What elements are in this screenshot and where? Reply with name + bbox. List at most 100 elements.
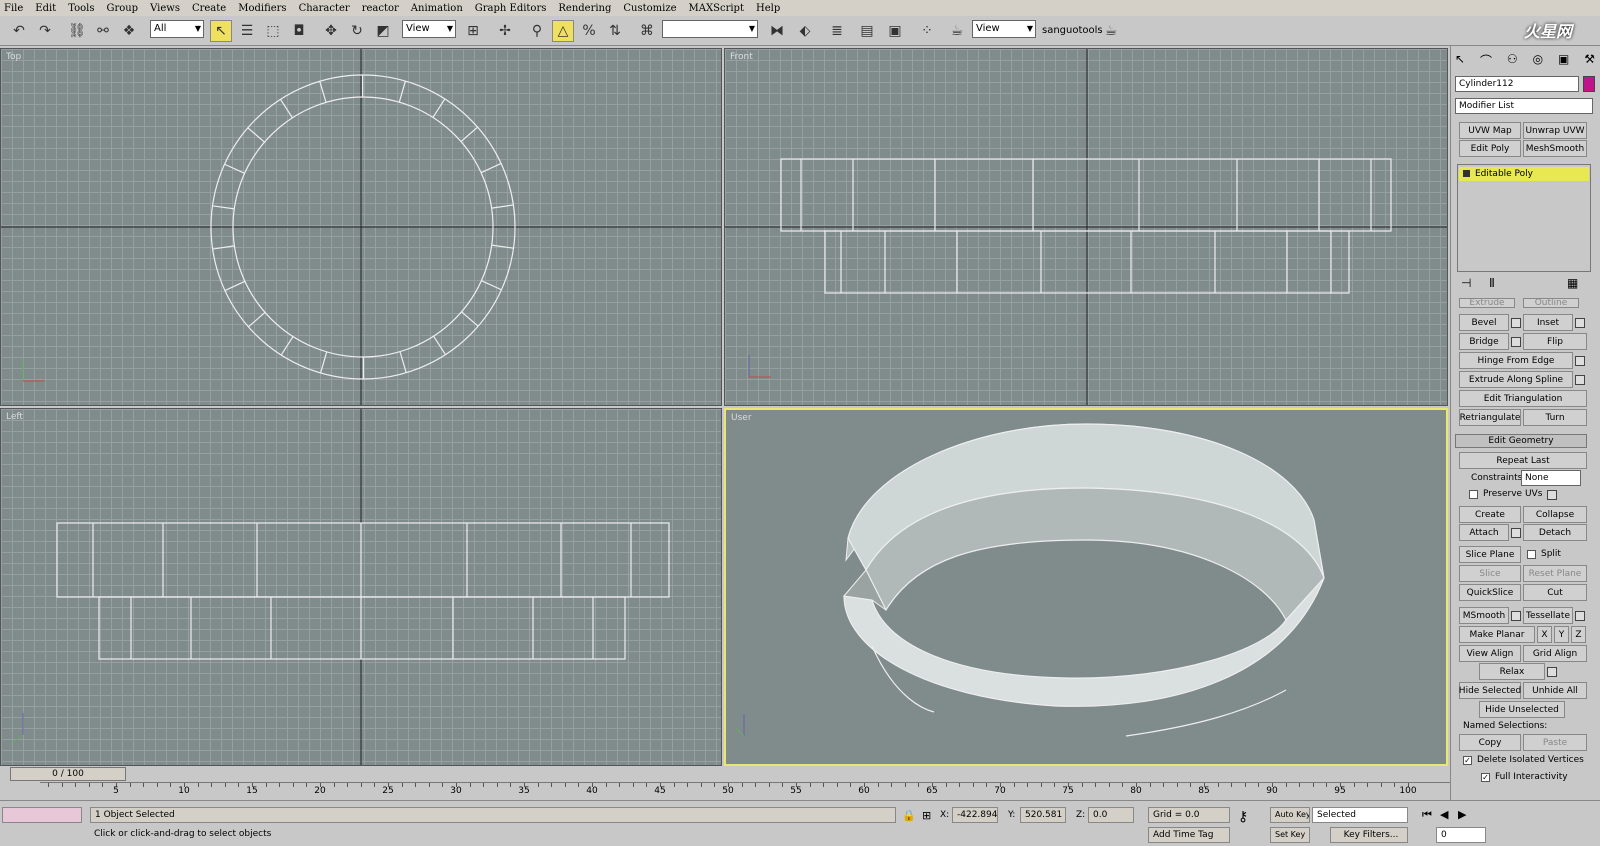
schematic-view-icon[interactable]: ▣ xyxy=(884,20,906,42)
extrude-button[interactable]: Extrude xyxy=(1459,298,1515,308)
viewport-left[interactable]: Left xyxy=(0,408,722,766)
angle-snap-icon[interactable]: △ xyxy=(552,20,574,42)
extrude-along-spline-button[interactable]: Extrude Along Spline xyxy=(1459,371,1573,388)
viewport-user[interactable]: User xyxy=(724,408,1448,766)
snap-3d-icon[interactable]: ⚲ xyxy=(526,20,548,42)
unlink-icon[interactable]: ⚯ xyxy=(92,20,114,42)
collapse-button[interactable]: Collapse xyxy=(1523,506,1587,523)
utilities-tab-icon[interactable]: ⚒ xyxy=(1584,52,1595,72)
bridge-button[interactable]: Bridge xyxy=(1459,333,1509,350)
bevel-settings-icon[interactable] xyxy=(1511,318,1521,328)
y-coord-field[interactable]: 520.581 xyxy=(1020,807,1066,823)
create-tab-icon[interactable]: ↖ xyxy=(1455,52,1465,72)
maxscript-listener-field[interactable] xyxy=(2,807,82,823)
show-end-result-icon[interactable]: Ⅱ xyxy=(1489,276,1495,290)
menu-character[interactable]: Character xyxy=(299,3,350,14)
add-time-tag-button[interactable]: Add Time Tag xyxy=(1148,827,1230,843)
viewport-top[interactable]: Top xyxy=(0,48,722,406)
bevel-button[interactable]: Bevel xyxy=(1459,314,1509,331)
unhide-all-button[interactable]: Unhide All xyxy=(1523,682,1587,699)
reference-coord-dropdown[interactable]: View xyxy=(402,20,456,38)
x-coord-field[interactable]: -422.894 xyxy=(952,807,998,823)
menu-modifiers[interactable]: Modifiers xyxy=(238,3,286,14)
pivot-center-icon[interactable]: ⊞ xyxy=(462,20,484,42)
motion-tab-icon[interactable]: ◎ xyxy=(1533,52,1543,72)
view-align-button[interactable]: View Align xyxy=(1459,645,1521,662)
planar-z-button[interactable]: Z xyxy=(1571,626,1586,643)
percent-snap-icon[interactable]: % xyxy=(578,20,600,42)
edit-geometry-rollout-header[interactable]: Edit Geometry xyxy=(1455,434,1587,448)
msmooth-button[interactable]: MSmooth xyxy=(1459,607,1509,624)
layer-manager-icon[interactable]: ≣ xyxy=(826,20,848,42)
hinge-from-edge-button[interactable]: Hinge From Edge xyxy=(1459,352,1573,369)
absolute-mode-icon[interactable]: ⊞ xyxy=(922,809,931,822)
z-coord-field[interactable]: 0.0 xyxy=(1088,807,1134,823)
object-color-swatch[interactable] xyxy=(1583,76,1595,92)
key-icon[interactable]: ⚷ xyxy=(1238,809,1248,825)
menu-help[interactable]: Help xyxy=(756,3,780,14)
menu-edit[interactable]: Edit xyxy=(35,3,56,14)
curve-editor-icon[interactable]: ▤ xyxy=(856,20,878,42)
detach-button[interactable]: Detach xyxy=(1523,524,1587,541)
mirror-icon[interactable]: ⧓ xyxy=(766,20,788,42)
lock-icon[interactable]: 🔒 xyxy=(902,809,916,822)
slice-button[interactable]: Slice xyxy=(1459,565,1521,582)
select-by-name-icon[interactable]: ☰ xyxy=(236,20,258,42)
bind-space-warp-icon[interactable]: ❖ xyxy=(118,20,140,42)
render-view-dropdown[interactable]: View xyxy=(972,20,1036,38)
time-slider[interactable]: 0 / 100 xyxy=(10,767,126,781)
tessellate-settings-icon[interactable] xyxy=(1575,611,1585,621)
move-icon[interactable]: ✥ xyxy=(320,20,342,42)
modifier-list-dropdown[interactable]: Modifier List xyxy=(1455,98,1593,114)
named-selection-dropdown[interactable] xyxy=(662,20,758,38)
full-interactivity-checkbox[interactable]: ✓ xyxy=(1481,773,1490,782)
inset-settings-icon[interactable] xyxy=(1575,318,1585,328)
menu-views[interactable]: Views xyxy=(150,3,180,14)
key-filters-button[interactable]: Key Filters... xyxy=(1330,827,1408,843)
unwrap-uvw-button[interactable]: Unwrap UVW xyxy=(1523,122,1587,139)
grid-align-button[interactable]: Grid Align xyxy=(1523,645,1587,662)
hide-unselected-button[interactable]: Hide Unselected xyxy=(1479,701,1565,718)
configure-sets-icon[interactable]: ▦ xyxy=(1567,276,1578,290)
preserve-uvs-settings-icon[interactable] xyxy=(1547,490,1557,500)
spinner-snap-icon[interactable]: ⇅ xyxy=(604,20,626,42)
create-button[interactable]: Create xyxy=(1459,506,1521,523)
tessellate-button[interactable]: Tessellate xyxy=(1523,607,1573,624)
paste-button[interactable]: Paste xyxy=(1523,734,1587,751)
menu-tools[interactable]: Tools xyxy=(68,3,94,14)
pin-stack-icon[interactable]: ⊣ xyxy=(1461,276,1471,290)
slice-plane-button[interactable]: Slice Plane xyxy=(1459,546,1521,563)
uvw-map-button[interactable]: UVW Map xyxy=(1459,122,1521,139)
quick-render-icon[interactable]: ☕ xyxy=(1100,20,1122,42)
menu-graph-editors[interactable]: Graph Editors xyxy=(475,3,547,14)
cut-button[interactable]: Cut xyxy=(1523,584,1587,601)
display-tab-icon[interactable]: ▣ xyxy=(1558,52,1569,72)
menu-create[interactable]: Create xyxy=(192,3,226,14)
attach-settings-icon[interactable] xyxy=(1511,528,1521,538)
edit-triangulation-button[interactable]: Edit Triangulation xyxy=(1459,390,1587,407)
menu-customize[interactable]: Customize xyxy=(623,3,676,14)
render-scene-icon[interactable]: ☕ xyxy=(946,20,968,42)
rect-selection-icon[interactable]: ⬚ xyxy=(262,20,284,42)
material-editor-icon[interactable]: ⁘ xyxy=(916,20,938,42)
align-icon[interactable]: ⬖ xyxy=(794,20,816,42)
flip-button[interactable]: Flip xyxy=(1523,333,1587,350)
menu-rendering[interactable]: Rendering xyxy=(558,3,611,14)
hinge-settings-icon[interactable] xyxy=(1575,356,1585,366)
menu-group[interactable]: Group xyxy=(106,3,138,14)
manipulate-icon[interactable]: ✢ xyxy=(494,20,516,42)
planar-x-button[interactable]: X xyxy=(1537,626,1552,643)
msmooth-settings-icon[interactable] xyxy=(1511,611,1521,621)
object-name-field[interactable]: Cylinder112 xyxy=(1455,76,1579,92)
select-object-icon[interactable]: ↖ xyxy=(210,20,232,42)
hide-selected-button[interactable]: Hide Selected xyxy=(1459,682,1521,699)
relax-settings-icon[interactable] xyxy=(1547,667,1557,677)
copy-button[interactable]: Copy xyxy=(1459,734,1521,751)
make-planar-button[interactable]: Make Planar xyxy=(1459,626,1535,643)
undo-icon[interactable]: ↶ xyxy=(8,20,30,42)
quickslice-button[interactable]: QuickSlice xyxy=(1459,584,1521,601)
extrude-spline-settings-icon[interactable] xyxy=(1575,375,1585,385)
redo-icon[interactable]: ↷ xyxy=(34,20,56,42)
relax-button[interactable]: Relax xyxy=(1479,663,1545,680)
hierarchy-tab-icon[interactable]: ⚇ xyxy=(1507,52,1518,72)
